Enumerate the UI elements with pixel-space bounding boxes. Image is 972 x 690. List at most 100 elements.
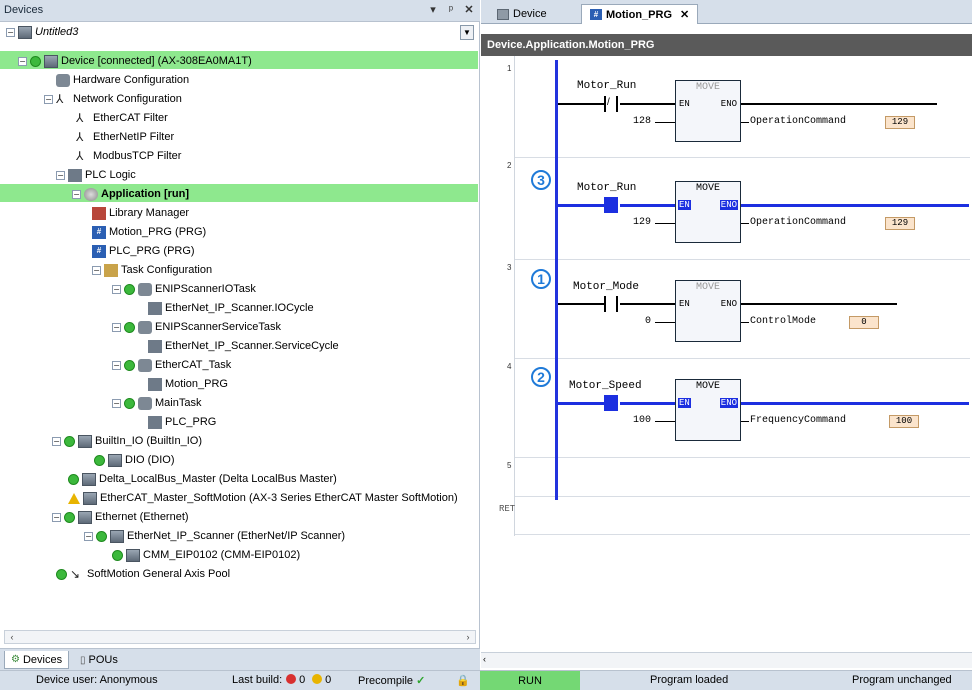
- input-wire: [655, 223, 675, 224]
- close-icon[interactable]: ✕: [462, 3, 476, 17]
- horizontal-scrollbar[interactable]: ‹ ›: [4, 630, 476, 644]
- tree-item-ethernetip-filter[interactable]: ⅄ EtherNetIP Filter: [0, 127, 478, 145]
- collapse-icon[interactable]: −: [92, 265, 101, 275]
- collapse-icon[interactable]: −: [52, 512, 61, 522]
- tree-item-motion-prg-call[interactable]: Motion_PRG: [0, 374, 478, 392]
- collapse-icon[interactable]: −: [72, 189, 81, 199]
- scroll-right-icon[interactable]: ›: [461, 631, 475, 643]
- tab-pous[interactable]: ▯ POUs: [74, 651, 124, 669]
- collapse-icon[interactable]: −: [56, 170, 65, 180]
- precompile-status[interactable]: Precompile ✓: [358, 674, 425, 687]
- tree-item-plc-logic[interactable]: − PLC Logic: [0, 165, 478, 183]
- collapse-icon[interactable]: −: [18, 56, 27, 66]
- collapse-icon[interactable]: −: [44, 94, 53, 104]
- tab-motion-prg[interactable]: # Motion_PRG ✕: [581, 4, 699, 24]
- tree-item-application[interactable]: − Application [run]: [0, 184, 478, 202]
- contact[interactable]: [604, 296, 618, 312]
- network-separator: [515, 496, 970, 497]
- tree-item-label: DIO (DIO): [125, 454, 175, 466]
- tree-item-ethernet[interactable]: − Ethernet (Ethernet): [0, 507, 478, 525]
- tree-item-enipscannerservicetask[interactable]: − ENIPScannerServiceTask: [0, 317, 478, 335]
- project-icon: [18, 25, 32, 39]
- bus-master-icon: [82, 472, 96, 486]
- tree-item-ethercat-task[interactable]: − EtherCAT_Task: [0, 355, 478, 373]
- tree-item-plc-prg-call[interactable]: PLC_PRG: [0, 412, 478, 430]
- tree-item-servicecycle[interactable]: EtherNet_IP_Scanner.ServiceCycle: [0, 336, 478, 354]
- power-line: [558, 402, 604, 405]
- tree-item-builtin-io[interactable]: − BuiltIn_IO (BuiltIn_IO): [0, 431, 478, 449]
- tree-item-localbus-master[interactable]: Delta_LocalBus_Master (Delta LocalBus Ma…: [0, 469, 478, 487]
- tree-item-dio[interactable]: DIO (DIO): [0, 450, 478, 468]
- tree-item-device[interactable]: − Device [connected] (AX-308EA0MA1T): [0, 51, 478, 69]
- network-separator: [515, 358, 970, 359]
- network-number: 4: [507, 362, 512, 371]
- output-wire: [741, 322, 749, 323]
- dropdown-arrow-icon[interactable]: ▾: [426, 3, 440, 17]
- input-wire: [655, 421, 675, 422]
- output-variable: ControlMode: [750, 316, 817, 327]
- devices-panel: Devices ▾ ᵖ ✕ − Untitled3 ▼ − Device [con…: [0, 0, 480, 670]
- collapse-icon[interactable]: −: [112, 398, 121, 408]
- build-warnings[interactable]: 0: [312, 674, 331, 686]
- move-block[interactable]: MOVE EN ENO: [675, 379, 741, 441]
- collapse-icon[interactable]: −: [84, 531, 93, 541]
- chevron-down-icon[interactable]: ▼: [460, 25, 474, 40]
- tree-item-modbustcp-filter[interactable]: ⅄ ModbusTCP Filter: [0, 146, 478, 164]
- power-line: [741, 303, 897, 305]
- tree-item-task-configuration[interactable]: − Task Configuration: [0, 260, 478, 278]
- tree-item-ethercat-master[interactable]: EtherCAT_Master_SoftMotion (AX-3 Series …: [0, 488, 478, 506]
- lock-icon[interactable]: 🔒: [456, 674, 470, 687]
- tree-item-label: ENIPScannerServiceTask: [155, 321, 281, 333]
- build-errors[interactable]: 0: [286, 674, 305, 686]
- collapse-icon[interactable]: −: [112, 322, 121, 332]
- collapse-icon[interactable]: −: [112, 284, 121, 294]
- network-number: 1: [507, 64, 512, 73]
- device-tab-icon: [497, 8, 509, 20]
- scroll-left-icon[interactable]: ‹: [483, 654, 486, 664]
- close-tab-icon[interactable]: ✕: [680, 8, 689, 21]
- tree-item-label: Motion_PRG (PRG): [109, 226, 207, 238]
- collapse-icon[interactable]: −: [6, 27, 15, 37]
- tree-item-iocycle[interactable]: EtherNet_IP_Scanner.IOCycle: [0, 298, 478, 316]
- network-separator: [515, 259, 970, 260]
- tree-item-label: EtherNet_IP_Scanner.ServiceCycle: [165, 340, 339, 352]
- tree-item-network-configuration[interactable]: − ⅄ Network Configuration: [0, 89, 478, 107]
- tree-item-hardware-configuration[interactable]: Hardware Configuration: [0, 70, 478, 88]
- move-block[interactable]: MOVE EN ENO: [675, 80, 741, 142]
- contact[interactable]: [604, 197, 618, 213]
- negated-contact[interactable]: /: [604, 96, 618, 112]
- tree-root-row[interactable]: − Untitled3 ▼: [4, 24, 476, 42]
- input-wire: [655, 122, 675, 123]
- collapse-icon[interactable]: −: [112, 360, 121, 370]
- tree-item-motion-prg[interactable]: # Motion_PRG (PRG): [0, 222, 478, 240]
- library-icon: [92, 206, 106, 220]
- tree-item-cmm-eip0102[interactable]: CMM_EIP0102 (CMM-EIP0102): [0, 545, 478, 563]
- tree-item-label: EtherNet_IP_Scanner (EtherNet/IP Scanner…: [127, 530, 346, 542]
- contact[interactable]: [604, 395, 618, 411]
- input-value: 129: [632, 217, 651, 228]
- tab-device[interactable]: Device: [489, 4, 555, 24]
- precompile-label: Precompile: [358, 675, 414, 687]
- tree-item-label: PLC_PRG: [165, 416, 217, 428]
- move-block[interactable]: MOVE EN ENO: [675, 280, 741, 342]
- tree-item-enipscanneriotask[interactable]: − ENIPScannerIOTask: [0, 279, 478, 297]
- tree-item-ethercat-filter[interactable]: ⅄ EtherCAT Filter: [0, 108, 478, 126]
- collapse-icon[interactable]: −: [52, 436, 61, 446]
- pin-icon[interactable]: ᵖ: [444, 3, 458, 17]
- tree-item-label: BuiltIn_IO (BuiltIn_IO): [95, 435, 202, 447]
- tree-item-maintask[interactable]: − MainTask: [0, 393, 478, 411]
- tree-item-library-manager[interactable]: Library Manager: [0, 203, 478, 221]
- move-block[interactable]: MOVE EN ENO: [675, 181, 741, 243]
- tree-item-label: Application [run]: [101, 188, 189, 200]
- program-call-icon: [148, 415, 162, 429]
- scroll-left-icon[interactable]: ‹: [5, 631, 19, 643]
- running-status-icon: [112, 549, 123, 561]
- tree-item-label: EtherCAT Filter: [93, 112, 168, 124]
- tree-item-softmotion-axis-pool[interactable]: ↘ SoftMotion General Axis Pool: [0, 564, 478, 582]
- tree-item-plc-prg[interactable]: # PLC_PRG (PRG): [0, 241, 478, 259]
- contact-variable: Motor_Mode: [573, 281, 640, 293]
- editor-horizontal-scrollbar[interactable]: ‹: [481, 652, 972, 668]
- tree-item-ethernet-ip-scanner[interactable]: − EtherNet_IP_Scanner (EtherNet/IP Scanne…: [0, 526, 478, 544]
- tab-devices[interactable]: ⚙ Devices: [4, 651, 70, 669]
- pou-path: Device.Application.Motion_PRG: [481, 34, 972, 56]
